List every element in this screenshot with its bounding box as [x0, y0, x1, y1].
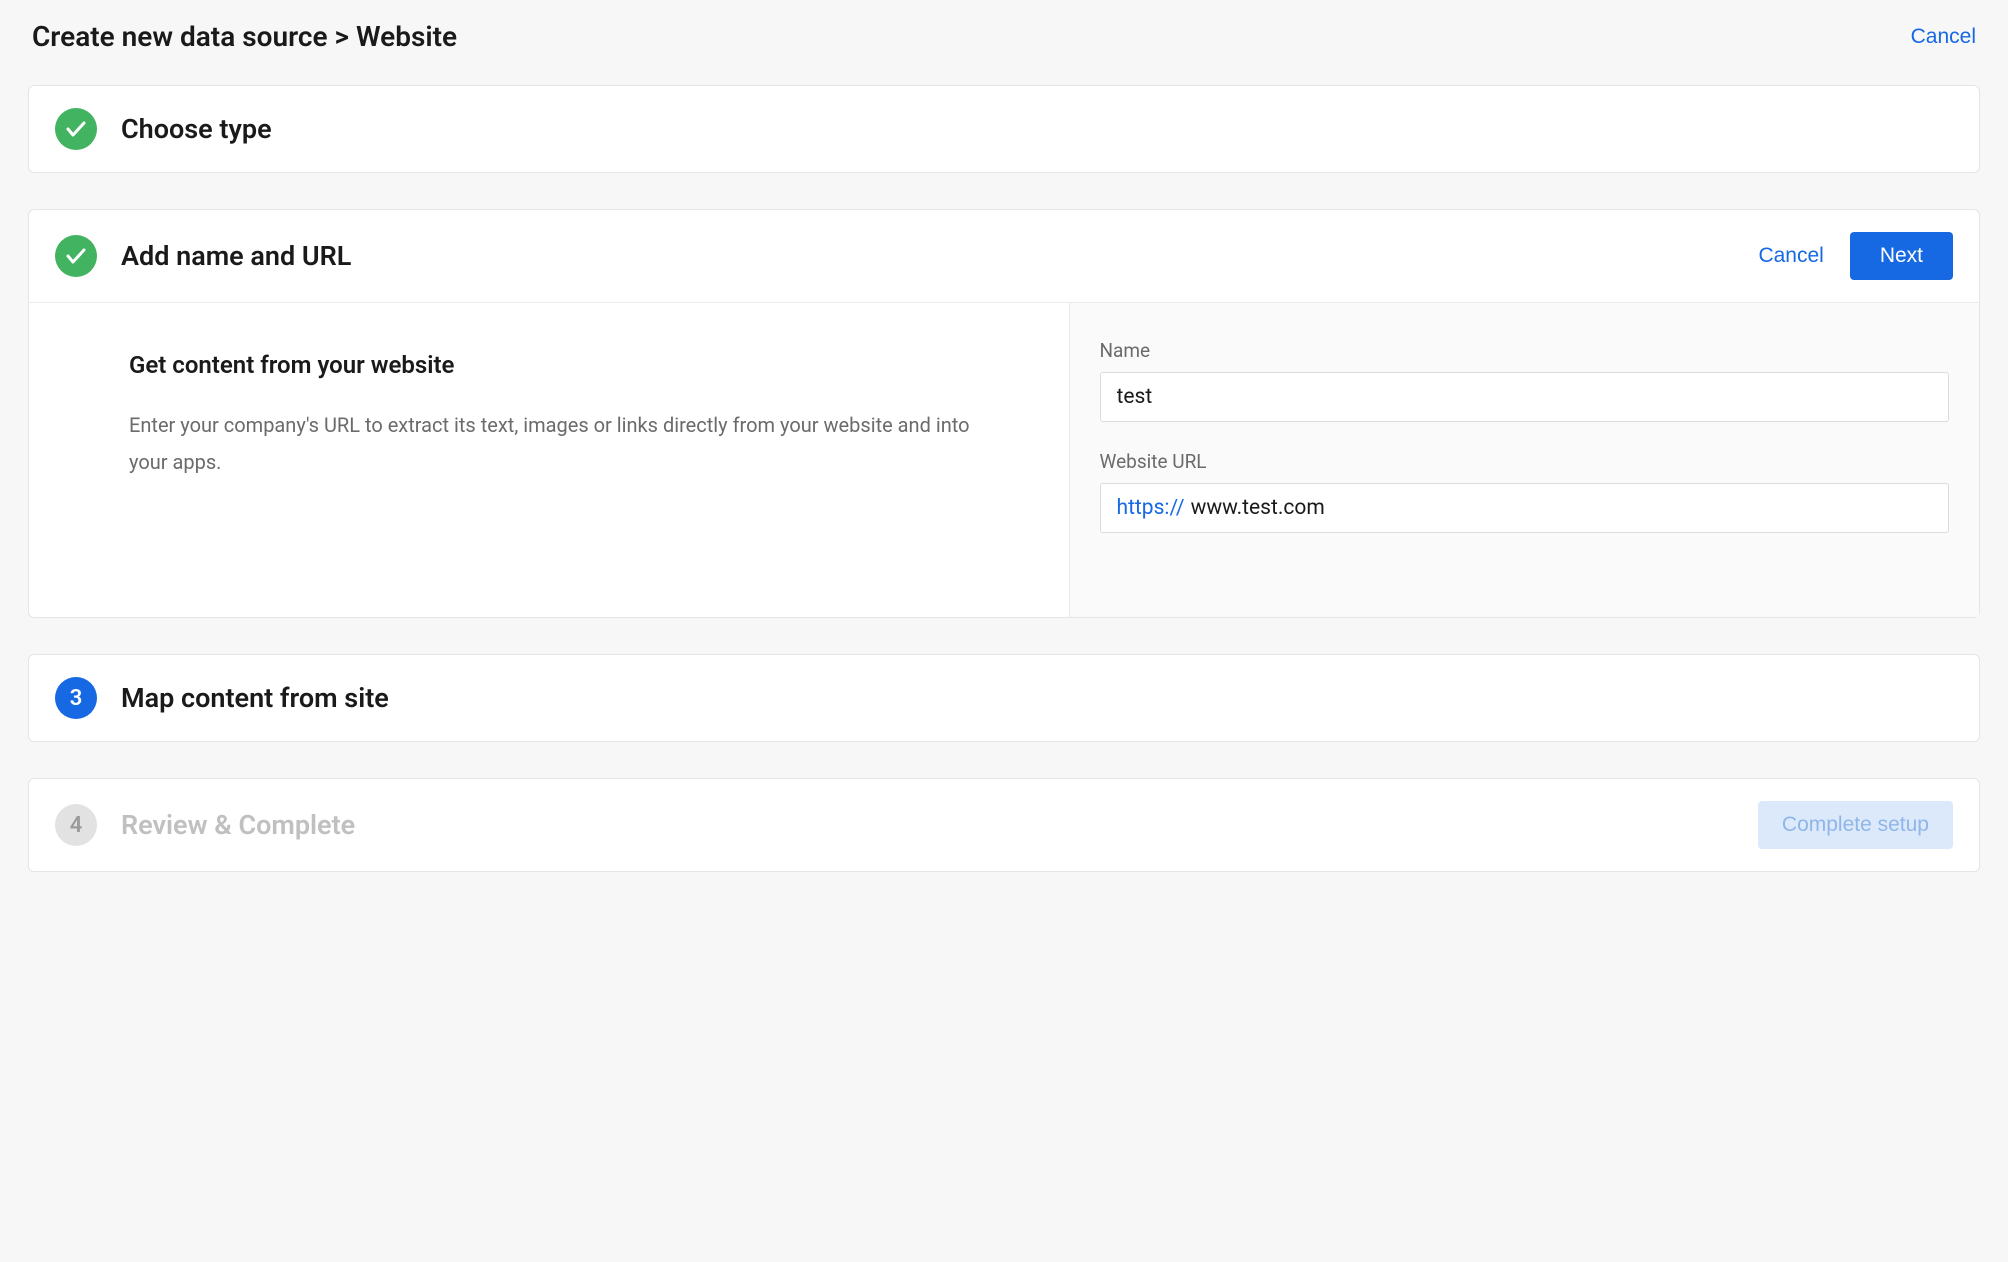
name-label: Name: [1100, 339, 1950, 362]
panel-description: Enter your company's URL to extract its …: [129, 407, 979, 481]
form-group-url: Website URL https://: [1100, 450, 1950, 533]
step-header: 4 Review & Complete Complete setup: [29, 779, 1979, 871]
form-group-name: Name: [1100, 339, 1950, 422]
step-number-badge: 4: [55, 804, 97, 846]
step-number-badge: 3: [55, 677, 97, 719]
step-choose-type: Choose type: [28, 85, 1980, 173]
complete-setup-button: Complete setup: [1758, 801, 1953, 849]
cancel-button[interactable]: Cancel: [1911, 25, 1976, 49]
checkmark-icon: [55, 235, 97, 277]
step-title: Review & Complete: [121, 809, 1734, 841]
step-body: Get content from your website Enter your…: [29, 302, 1979, 617]
step-form-panel: Name Website URL https://: [1070, 303, 1980, 617]
url-prefix: https://: [1117, 496, 1185, 520]
step-title: Add name and URL: [121, 240, 1734, 272]
panel-heading: Get content from your website: [129, 351, 979, 379]
url-input-wrapper[interactable]: https://: [1100, 483, 1950, 533]
step-title: Map content from site: [121, 682, 1953, 714]
step-title: Choose type: [121, 113, 1953, 145]
step-header[interactable]: Choose type: [29, 86, 1979, 172]
next-button[interactable]: Next: [1850, 232, 1953, 280]
step-cancel-button[interactable]: Cancel: [1758, 244, 1823, 268]
step-actions: Cancel Next: [1758, 232, 1953, 280]
step-header: Add name and URL Cancel Next: [29, 210, 1979, 302]
step-header[interactable]: 3 Map content from site: [29, 655, 1979, 741]
breadcrumb: Create new data source > Website: [32, 20, 457, 53]
step-review-complete: 4 Review & Complete Complete setup: [28, 778, 1980, 872]
name-input[interactable]: [1100, 372, 1950, 422]
url-label: Website URL: [1100, 450, 1950, 473]
step-actions: Complete setup: [1758, 801, 1953, 849]
checkmark-icon: [55, 108, 97, 150]
step-add-name-url: Add name and URL Cancel Next Get content…: [28, 209, 1980, 618]
step-map-content: 3 Map content from site: [28, 654, 1980, 742]
page-header: Create new data source > Website Cancel: [28, 20, 1980, 53]
step-description-panel: Get content from your website Enter your…: [29, 303, 1070, 617]
url-input[interactable]: [1191, 496, 1932, 520]
